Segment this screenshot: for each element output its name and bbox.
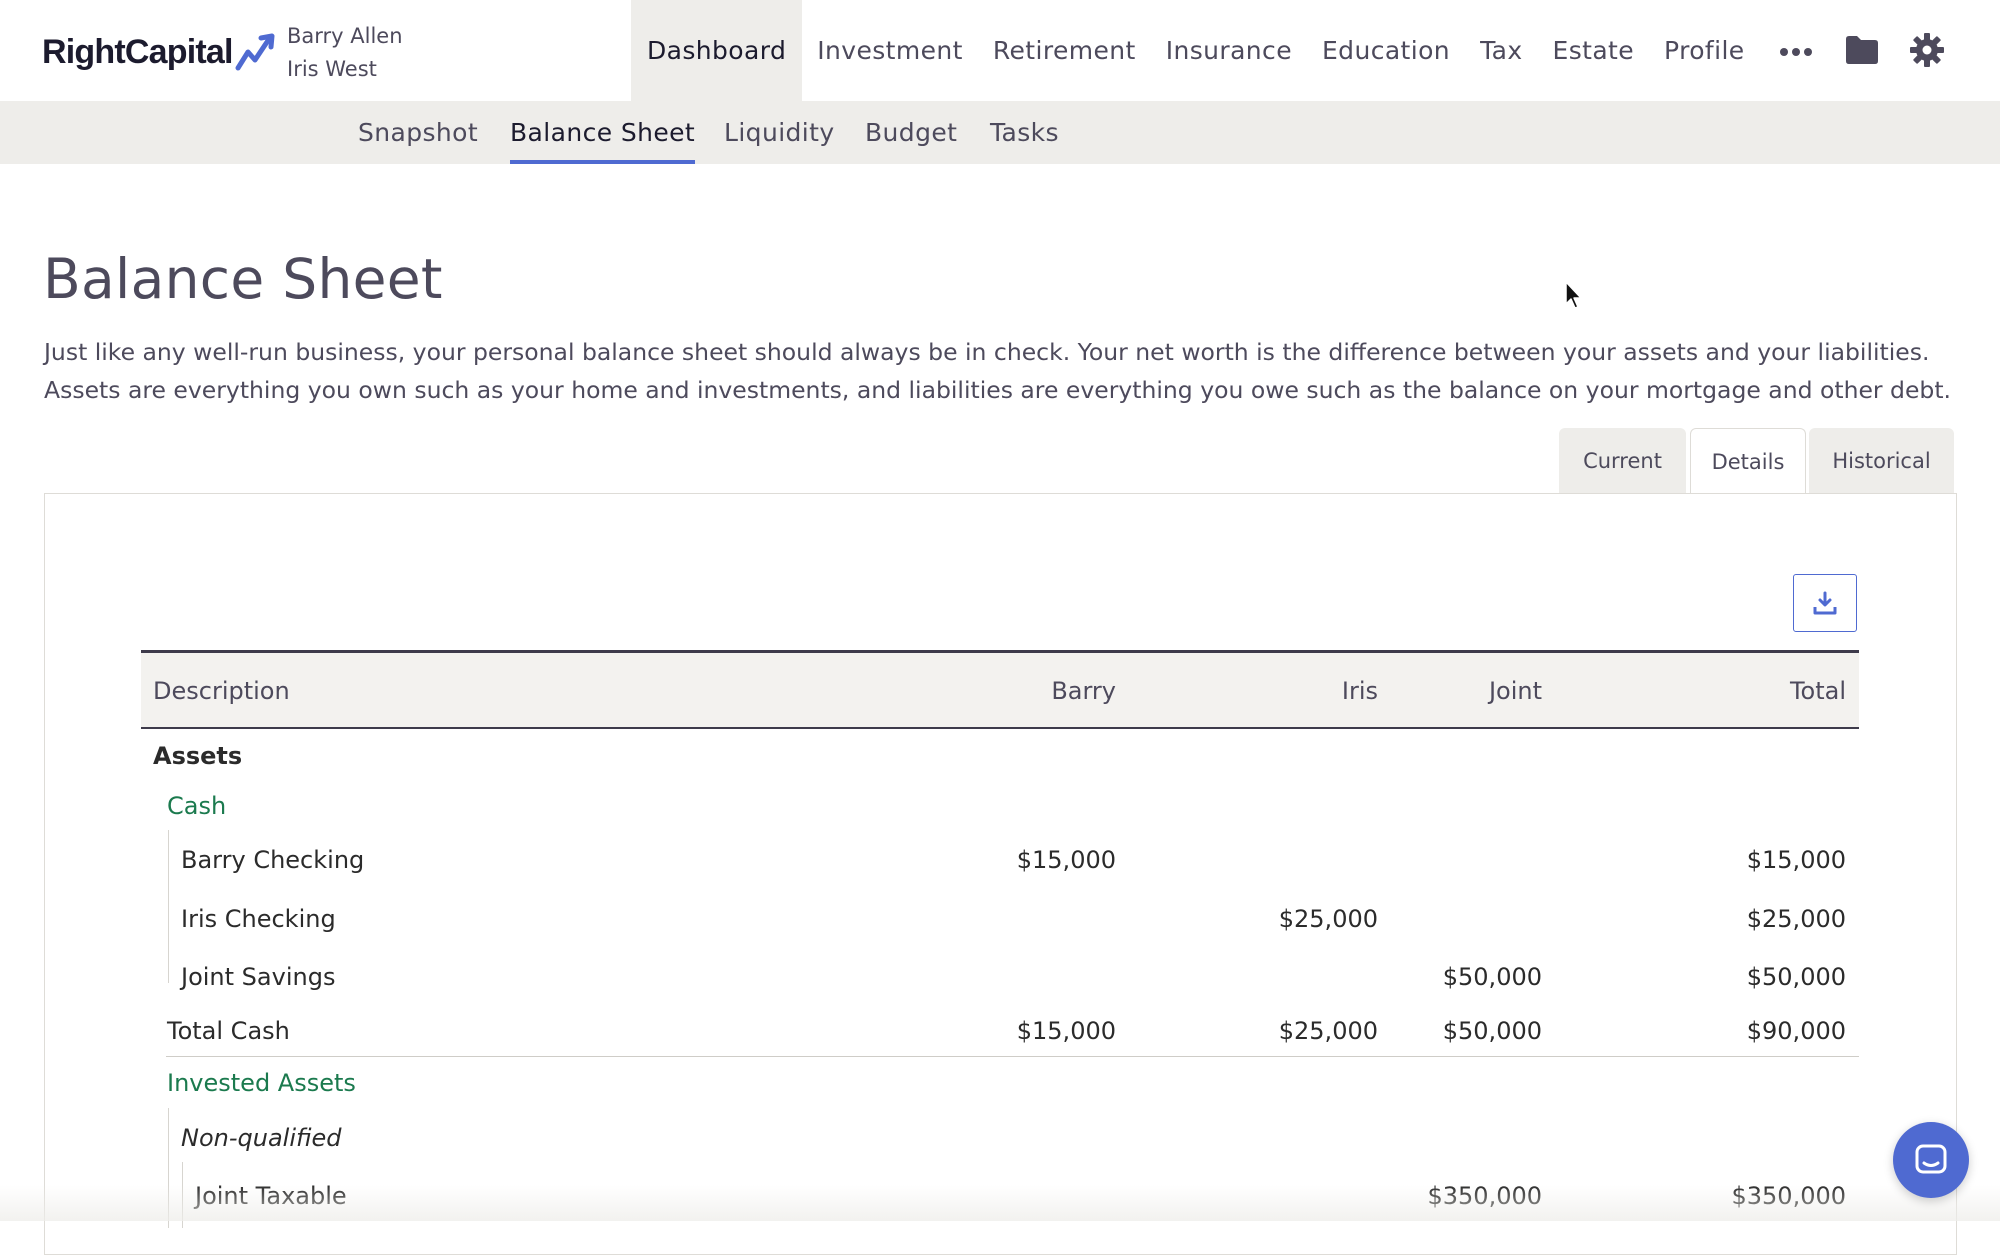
row-description: Total Cash [167, 1017, 290, 1045]
more-icon[interactable] [1778, 40, 1814, 64]
nav-insurance[interactable]: Insurance [1151, 0, 1307, 101]
row-total-value: $90,000 [1746, 1017, 1846, 1045]
nav-investment[interactable]: Investment [802, 0, 978, 101]
subnav-tasks[interactable]: Tasks [990, 101, 1059, 164]
assets-section-label: Assets [153, 742, 243, 770]
subnav-snapshot[interactable]: Snapshot [358, 101, 478, 164]
mouse-cursor-icon [1565, 281, 1582, 309]
row-total-value: $15,000 [1746, 846, 1846, 874]
row-barry-value: $15,000 [1016, 1017, 1116, 1045]
chat-button[interactable] [1893, 1122, 1969, 1198]
non-qualified-indent-line [182, 1162, 183, 1228]
nav-dashboard[interactable]: Dashboard [631, 0, 803, 101]
row-joint-value: $50,000 [1442, 1017, 1542, 1045]
balance-sheet-table: Description Barry Iris Joint Total Asset… [141, 650, 1859, 1228]
subnav-budget[interactable]: Budget [865, 101, 957, 164]
nav-profile[interactable]: Profile [1649, 0, 1760, 101]
row-description: Barry Checking [181, 846, 365, 874]
row-description: Iris Checking [181, 905, 336, 933]
row-joint-value: $50,000 [1442, 963, 1542, 991]
row-description: Joint Savings [181, 963, 336, 991]
column-header-description: Description [153, 677, 290, 705]
chat-icon [1915, 1144, 1947, 1174]
table-header: Description Barry Iris Joint Total [141, 650, 1859, 729]
page-description: Just like any well-run business, your pe… [44, 338, 1952, 404]
client-name-primary: Barry Allen [287, 24, 403, 48]
nav-tax[interactable]: Tax [1465, 0, 1537, 101]
row-total-value: $350,000 [1731, 1182, 1846, 1210]
row-joint-value: $350,000 [1427, 1182, 1542, 1210]
gear-icon[interactable] [1909, 32, 1945, 68]
invested-group-indent-line [168, 1108, 169, 1228]
client-names: Barry Allen Iris West [287, 20, 403, 86]
column-header-total: Total [1789, 677, 1846, 705]
invested-assets-group-label: Invested Assets [167, 1069, 356, 1097]
nav-estate[interactable]: Estate [1538, 0, 1650, 101]
total-cash-divider [166, 1056, 1859, 1057]
tab-current[interactable]: Current [1559, 428, 1686, 494]
rightcapital-logo[interactable]: RightCapital [42, 30, 279, 74]
nav-retirement[interactable]: Retirement [978, 0, 1151, 101]
column-header-barry: Barry [1051, 677, 1116, 705]
row-description: Joint Taxable [195, 1182, 347, 1210]
row-total-value: $50,000 [1746, 963, 1846, 991]
column-header-joint: Joint [1488, 677, 1542, 705]
folder-icon[interactable] [1844, 34, 1880, 66]
subnav-liquidity[interactable]: Liquidity [724, 101, 835, 164]
cash-group-indent-line [168, 830, 169, 983]
main-nav: Dashboard Investment Retirement Insuranc… [631, 0, 1760, 101]
page-title: Balance Sheet [43, 247, 443, 311]
cash-group-label: Cash [167, 792, 227, 820]
row-total-value: $25,000 [1746, 905, 1846, 933]
row-iris-value: $25,000 [1278, 905, 1378, 933]
download-icon [1813, 591, 1837, 615]
row-barry-value: $15,000 [1016, 846, 1116, 874]
download-button[interactable] [1793, 574, 1857, 632]
column-header-iris: Iris [1341, 677, 1378, 705]
logo-text: RightCapital [42, 32, 233, 71]
tab-historical[interactable]: Historical [1809, 428, 1954, 494]
tab-details[interactable]: Details [1690, 428, 1806, 496]
row-iris-value: $25,000 [1278, 1017, 1378, 1045]
sub-nav: Snapshot Balance Sheet Liquidity Budget … [0, 101, 2000, 164]
nav-education[interactable]: Education [1307, 0, 1465, 101]
top-header: RightCapital Barry Allen Iris West Dashb… [0, 0, 2000, 101]
logo-arrow-icon [235, 33, 275, 71]
client-name-spouse: Iris West [287, 57, 377, 81]
non-qualified-subgroup-label: Non-qualified [181, 1124, 342, 1152]
subnav-balance-sheet[interactable]: Balance Sheet [510, 101, 696, 164]
